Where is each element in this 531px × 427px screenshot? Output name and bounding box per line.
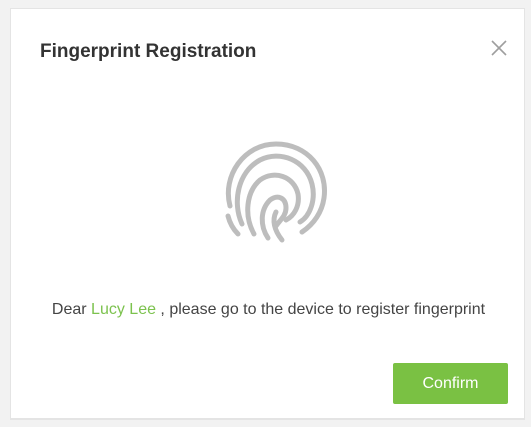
confirm-button[interactable]: Confirm <box>393 363 508 404</box>
message-suffix: , please go to the device to register fi… <box>155 301 486 318</box>
dialog-divider <box>11 418 524 419</box>
message-prefix: Dear <box>51 301 92 318</box>
fingerprint-icon <box>216 136 334 246</box>
registration-message: Dear Lucy Lee , please go to the device … <box>31 295 506 324</box>
close-icon[interactable] <box>488 37 510 59</box>
user-name: Lucy Lee <box>91 301 156 318</box>
dialog-title: Fingerprint Registration <box>40 41 257 62</box>
fingerprint-registration-dialog: Fingerprint Registration Dear Lucy Lee ,… <box>10 8 525 420</box>
